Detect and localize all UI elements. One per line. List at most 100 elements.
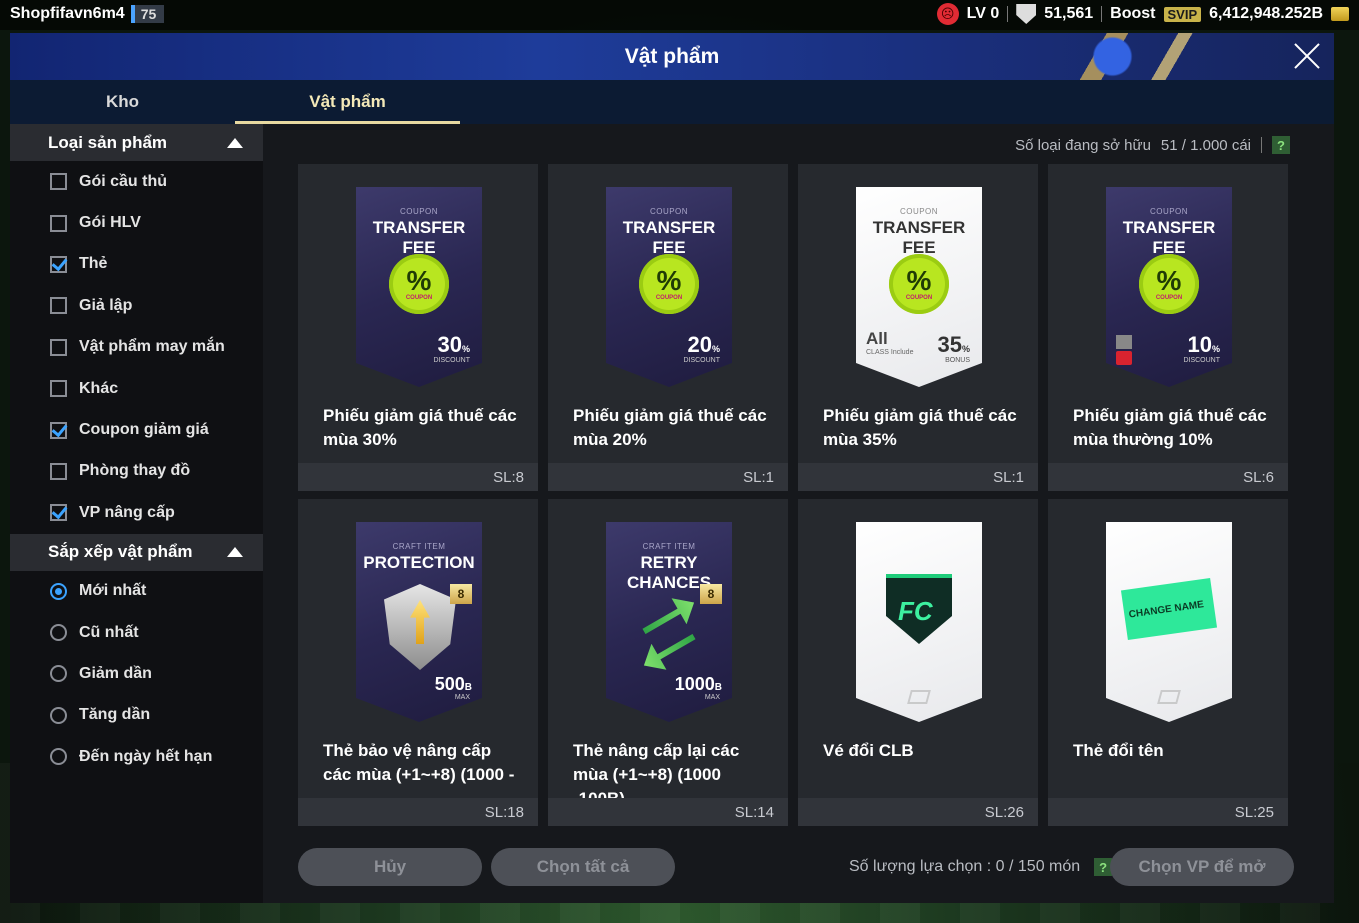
item-card[interactable]: COUPON TRANSFER FEE% COUPON 30% DISCOUNT Phiế… [298, 164, 538, 491]
sort-option[interactable]: Tăng dần [10, 695, 263, 736]
type-filter-option[interactable]: Khác [10, 368, 263, 409]
type-filter-option[interactable]: Gói HLV [10, 202, 263, 243]
item-card[interactable]: COUPON TRANSFER FEE% COUPON 10% DISCOUNT Phiế… [1048, 164, 1288, 491]
type-filter-title: Loại sản phẩm [48, 132, 168, 152]
item-card[interactable]: COUPON TRANSFER FEE% COUPON 35% BONUS All CLAS… [798, 164, 1038, 491]
max-number: 500 [434, 674, 465, 694]
percent-value: 20% [687, 332, 721, 359]
art-category: COUPON [399, 207, 439, 216]
close-icon[interactable] [1290, 39, 1324, 73]
tab-kho[interactable]: Kho [10, 80, 235, 124]
percent-sub: DISCOUNT [433, 357, 470, 364]
max-sub: MAX [454, 694, 470, 701]
radio-icon[interactable] [50, 665, 67, 683]
checkbox-icon[interactable] [50, 462, 67, 480]
art-category: CRAFT ITEM [392, 542, 446, 551]
selection-count: Số lượng lựa chọn : 0 / 150 món ? [849, 858, 1113, 876]
type-filter-option[interactable]: Coupon giảm giá [10, 409, 263, 450]
percent-sub: BONUS [945, 357, 970, 364]
type-filter-option[interactable]: Giả lập [10, 285, 263, 326]
radio-icon[interactable] [50, 748, 67, 766]
checkbox-icon[interactable] [50, 338, 67, 356]
percent-coupon-icon: % COUPON [639, 254, 699, 314]
type-filter-option[interactable]: VP nâng cấp [10, 492, 263, 533]
percent-number: 30 [437, 332, 462, 357]
art-category: COUPON [1149, 207, 1189, 216]
item-card-art: CRAFT ITEM PROTECTION 8 500B MAX [356, 522, 482, 722]
checkbox-icon[interactable] [50, 380, 67, 398]
boost-label[interactable]: Boost [1110, 5, 1155, 23]
checkbox-checked-icon[interactable] [50, 255, 67, 273]
type-filter-option[interactable]: Vật phẩm may mắn [10, 327, 263, 368]
collapse-triangle-icon[interactable] [227, 547, 243, 558]
sort-option[interactable]: Cũ nhất [10, 612, 263, 653]
percent-coupon-icon: % COUPON [389, 254, 449, 314]
type-filter-label: Thẻ [79, 255, 108, 273]
shield-shape [384, 584, 456, 670]
art-title: PROTECTION [363, 553, 475, 572]
max-value: 500B [435, 674, 472, 695]
selection-count-label: Số lượng lựa chọn : 0 / 150 món [849, 858, 1081, 875]
fc-logo-icon [907, 690, 931, 704]
item-card-art: COUPON TRANSFER FEE% COUPON 30% DISCOUNT [356, 187, 482, 387]
art-title: TRANSFER FEE [1122, 218, 1216, 257]
badge-sub: COUPON [655, 295, 683, 301]
sad-face-icon: ☹ [936, 3, 959, 25]
checkbox-icon[interactable] [50, 297, 67, 315]
window-title: Vật phẩm [624, 44, 720, 68]
select-all-button[interactable]: Chọn tất cả [491, 848, 675, 886]
item-quantity: SL:1 [548, 463, 788, 491]
open-selected-button[interactable]: Chọn VP để mở [1110, 848, 1294, 886]
item-card[interactable]: CRAFT ITEM PROTECTION 8 500B MAX Thẻ bảo vệ n… [298, 499, 538, 826]
item-quantity: SL:14 [548, 798, 788, 826]
percent-sub: DISCOUNT [683, 357, 720, 364]
coin-icon [1331, 7, 1349, 21]
type-filter-option[interactable]: Thẻ [10, 244, 263, 285]
percent-value: 35% [938, 334, 971, 359]
badge-symbol: % [1156, 265, 1182, 296]
type-filter-label: Vật phẩm may mắn [79, 338, 225, 356]
type-filter-label: Coupon giảm giá [79, 421, 209, 439]
checkbox-checked-icon[interactable] [50, 421, 67, 439]
item-card[interactable]: CHANGE NAME Thẻ đổi tên SL:25 [1048, 499, 1288, 826]
percent-coupon-icon: % COUPON [889, 254, 949, 314]
item-panel: Số loại đang sở hữu 51 / 1.000 cái ? COU… [263, 124, 1334, 903]
action-bar: Hủy Chọn tất cả Số lượng lựa chọn : 0 / … [298, 848, 1294, 886]
sort-option[interactable]: Mới nhất [10, 571, 263, 612]
type-filter-option[interactable]: Phòng thay đồ [10, 451, 263, 492]
radio-icon[interactable] [50, 624, 67, 642]
radio-icon[interactable] [50, 706, 67, 724]
sort-option[interactable]: Đến ngày hết hạn [10, 736, 263, 777]
item-name: Phiếu giảm giá thuế các mùa thường 10% [1073, 406, 1267, 449]
item-card[interactable]: CRAFT ITEM RETRY CHANCES 8 1000B MAX Thẻ nâng… [548, 499, 788, 826]
cancel-button[interactable]: Hủy [298, 848, 482, 886]
percent-number: 10 [1187, 332, 1212, 357]
badge-symbol: % [656, 265, 682, 296]
percent-unit: % [711, 344, 720, 354]
collapse-triangle-icon[interactable] [227, 137, 243, 148]
radio-selected-icon[interactable] [50, 582, 67, 600]
checkbox-checked-icon[interactable] [50, 504, 67, 522]
checkbox-icon[interactable] [50, 173, 67, 191]
retry-arrows-icon [634, 584, 706, 670]
filter-sidebar: Loại sản phẩm Gói cầu thủ Gói HLV Thẻ Giả l… [10, 124, 263, 903]
tab-vat-pham[interactable]: Vật phẩm [235, 80, 460, 124]
type-filter-option[interactable]: Gói cầu thủ [10, 161, 263, 202]
item-card[interactable]: Vé đổi CLB SL:26 [798, 499, 1038, 826]
item-name: Thẻ đổi tên [1073, 741, 1164, 760]
title-decoration [964, 33, 1294, 80]
type-filter-header[interactable]: Loại sản phẩm [10, 124, 263, 161]
art-category: COUPON [649, 207, 689, 216]
sort-header[interactable]: Sắp xếp vật phẩm [10, 533, 263, 571]
items-window: Vật phẩm Kho Vật phẩm Loại sản phẩm Gói … [10, 33, 1334, 903]
restricted-icon [1116, 335, 1132, 365]
item-name: Thẻ bảo vệ nâng cấp các mùa (+1~+8) (100… [323, 741, 515, 784]
item-card[interactable]: COUPON TRANSFER FEE% COUPON 20% DISCOUNT Phiế… [548, 164, 788, 491]
sort-option[interactable]: Giảm dần [10, 653, 263, 694]
help-icon[interactable]: ? [1272, 136, 1290, 154]
checkbox-icon[interactable] [50, 214, 67, 232]
owned-count: Số loại đang sở hữu 51 / 1.000 cái ? [1015, 136, 1290, 154]
percent-number: 20 [687, 332, 712, 357]
arrows-shape [634, 592, 706, 670]
level-badge: 8 [700, 584, 722, 604]
